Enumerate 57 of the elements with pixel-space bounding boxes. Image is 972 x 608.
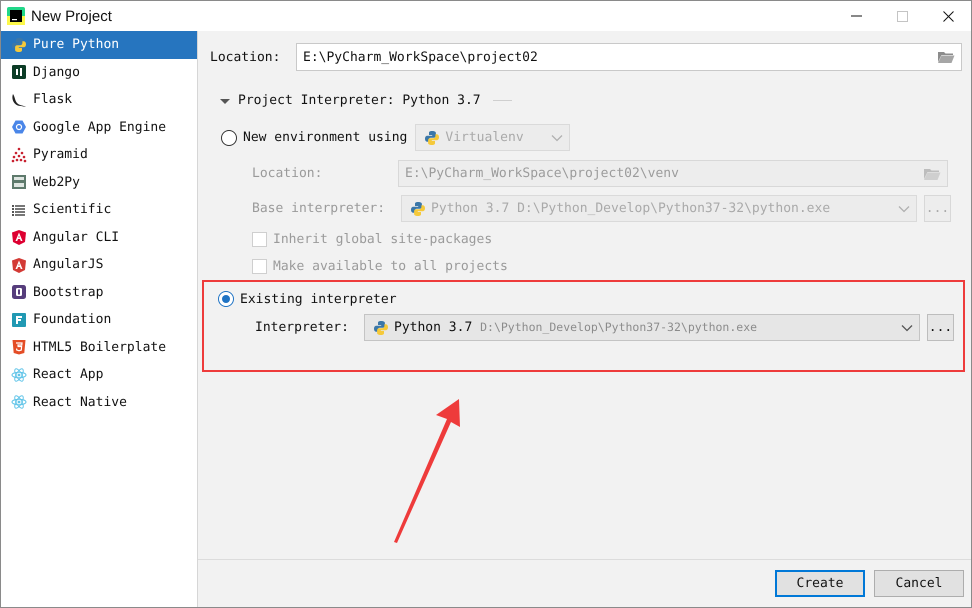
chevron-icon	[901, 324, 913, 332]
dots-icon	[11, 146, 27, 163]
sidebar-item[interactable]: Foundation	[1, 306, 197, 334]
sidebar-item[interactable]: React App	[1, 361, 197, 388]
atom-icon	[11, 394, 27, 410]
sidebar-item[interactable]: Pure Python	[1, 31, 197, 58]
checkbox-label: Inherit global site-packages	[273, 232, 492, 247]
horn-icon	[11, 92, 27, 108]
sidebar-item[interactable]: Flask	[1, 86, 197, 114]
shield-icon	[11, 339, 27, 356]
shield-icon	[11, 256, 27, 273]
minimize-icon	[850, 15, 862, 17]
radio-button[interactable]	[218, 291, 234, 307]
location-label: Location:	[210, 50, 282, 64]
sidebar-item[interactable]: AngularJS	[1, 251, 197, 278]
browse-button[interactable]: ...	[927, 314, 954, 341]
chevron-icon	[551, 134, 564, 142]
cancel-button[interactable]: Cancel	[874, 570, 964, 597]
sidebar-item[interactable]: Scientific	[1, 196, 197, 224]
close-icon	[942, 10, 954, 22]
square-icon	[11, 312, 27, 328]
section-title: Project Interpreter: Python 3.7	[238, 93, 481, 108]
python-icon	[373, 320, 389, 336]
location-label: Location:	[252, 166, 324, 181]
radio-button[interactable]	[221, 130, 237, 146]
hexagon-icon	[11, 119, 27, 136]
sidebar-item[interactable]: React Native	[1, 388, 197, 416]
grid-tile-icon	[11, 174, 27, 190]
interpreter-dropdown[interactable]: Python 3.7 D:\Python_Develop\Python37-32\python.exe	[364, 314, 920, 341]
sidebar-item[interactable]: Bootstrap	[1, 278, 197, 306]
python-icon	[424, 130, 440, 146]
chevron-icon	[898, 204, 910, 212]
checkbox-label: Make available to all projects	[273, 259, 508, 274]
shield-icon	[11, 229, 27, 246]
create-button[interactable]: Create	[775, 570, 865, 597]
square-icon	[11, 64, 27, 80]
app-logo	[7, 7, 25, 25]
interpreter-label: Interpreter:	[255, 320, 350, 335]
python-icon	[11, 36, 27, 53]
folder-icon[interactable]	[937, 50, 955, 64]
window-title: New Project	[31, 8, 113, 24]
radio-label: Existing interpreter	[240, 292, 397, 306]
square-icon	[11, 284, 27, 300]
atom-icon	[11, 366, 27, 383]
sidebar-item[interactable]: Google App Engine	[1, 114, 197, 141]
sidebar-item[interactable]: HTML5 Boilerplate	[1, 334, 197, 361]
sidebar-item[interactable]: Web2Py	[1, 168, 197, 196]
checkbox[interactable]	[252, 232, 267, 247]
python-icon	[410, 200, 426, 216]
checkbox[interactable]	[252, 259, 267, 274]
sidebar-item[interactable]: Pyramid	[1, 141, 197, 168]
location-field[interactable]: E:\PyCharm_WorkSpace\project02	[296, 43, 962, 71]
base-interpreter-label: Base interpreter:	[252, 201, 386, 216]
sidebar-item[interactable]: Django	[1, 58, 197, 86]
sidebar-item[interactable]: Angular CLI	[1, 224, 197, 251]
maximize-icon	[896, 10, 908, 22]
radio-label: New environment using	[243, 130, 408, 145]
